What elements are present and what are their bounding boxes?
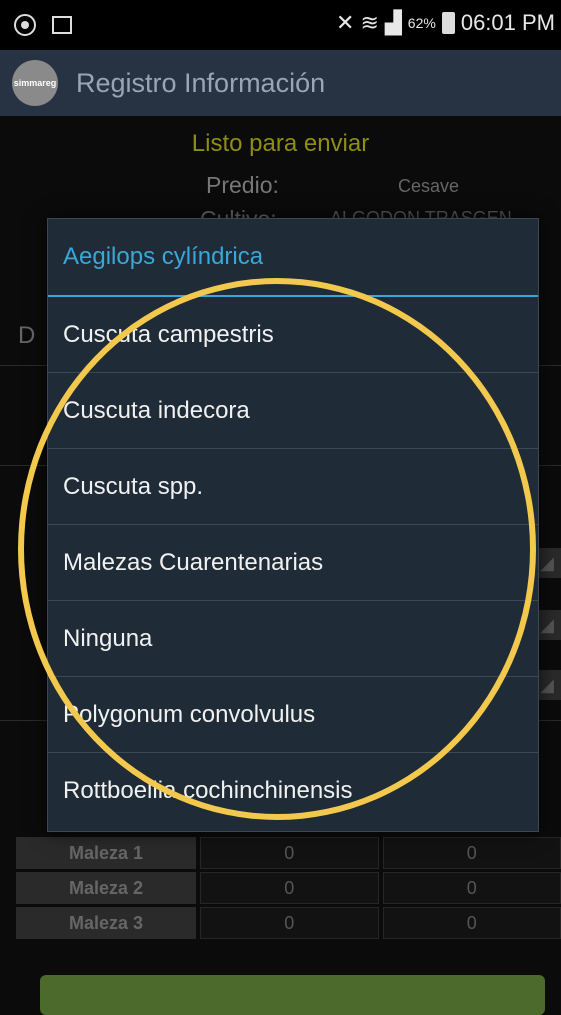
weed-value[interactable]: 0 <box>200 837 379 869</box>
clock: 06:01 PM <box>461 10 555 36</box>
save-button[interactable] <box>40 975 545 1015</box>
dialog-option[interactable]: Polygonum convolvulus <box>48 677 538 753</box>
weed-table: Maleza 1 0 0 Maleza 2 0 0 Maleza 3 0 0 <box>16 837 561 942</box>
weed-selection-dialog: Aegilops cylíndrica Cuscuta campestris C… <box>47 218 539 832</box>
send-status: Listo para enviar <box>0 130 561 158</box>
weed-name: Maleza 3 <box>16 907 196 939</box>
weed-value[interactable]: 0 <box>200 872 379 904</box>
weed-value[interactable]: 0 <box>200 907 379 939</box>
weed-value[interactable]: 0 <box>383 872 561 904</box>
mute-icon: ✕ <box>336 10 354 36</box>
wifi-icon: ≋ <box>360 10 378 36</box>
weed-name: Maleza 1 <box>16 837 196 869</box>
predio-value: Cesave <box>398 176 459 197</box>
dialog-option[interactable]: Cuscuta campestris <box>48 297 538 373</box>
battery-icon <box>442 12 455 34</box>
predio-label: Predio: <box>206 172 279 199</box>
dialog-option[interactable]: Ninguna <box>48 601 538 677</box>
dialog-title[interactable]: Aegilops cylíndrica <box>48 219 538 297</box>
signal-icon: ▟ <box>385 10 402 36</box>
dialog-option[interactable]: Cuscuta spp. <box>48 449 538 525</box>
dialog-option[interactable]: Rottboellia cochinchinensis <box>48 753 538 829</box>
app-title: Registro Información <box>76 68 325 99</box>
field-label-d: D <box>18 322 35 350</box>
weed-value[interactable]: 0 <box>383 837 561 869</box>
table-row: Maleza 1 0 0 <box>16 837 561 869</box>
weed-value[interactable]: 0 <box>383 907 561 939</box>
table-row: Maleza 3 0 0 <box>16 907 561 939</box>
weed-name: Maleza 2 <box>16 872 196 904</box>
status-bar: ✕ ≋ ▟ 62% 06:01 PM <box>0 0 561 50</box>
dialog-option[interactable]: Cuscuta indecora <box>48 373 538 449</box>
app-logo[interactable]: simmareg <box>12 60 58 106</box>
table-row: Maleza 2 0 0 <box>16 872 561 904</box>
dialog-option[interactable]: Malezas Cuarentenarias <box>48 525 538 601</box>
gps-icon <box>14 14 36 36</box>
image-notification-icon <box>52 16 72 34</box>
battery-percent: 62% <box>408 15 436 31</box>
app-bar: simmareg Registro Información <box>0 50 561 116</box>
